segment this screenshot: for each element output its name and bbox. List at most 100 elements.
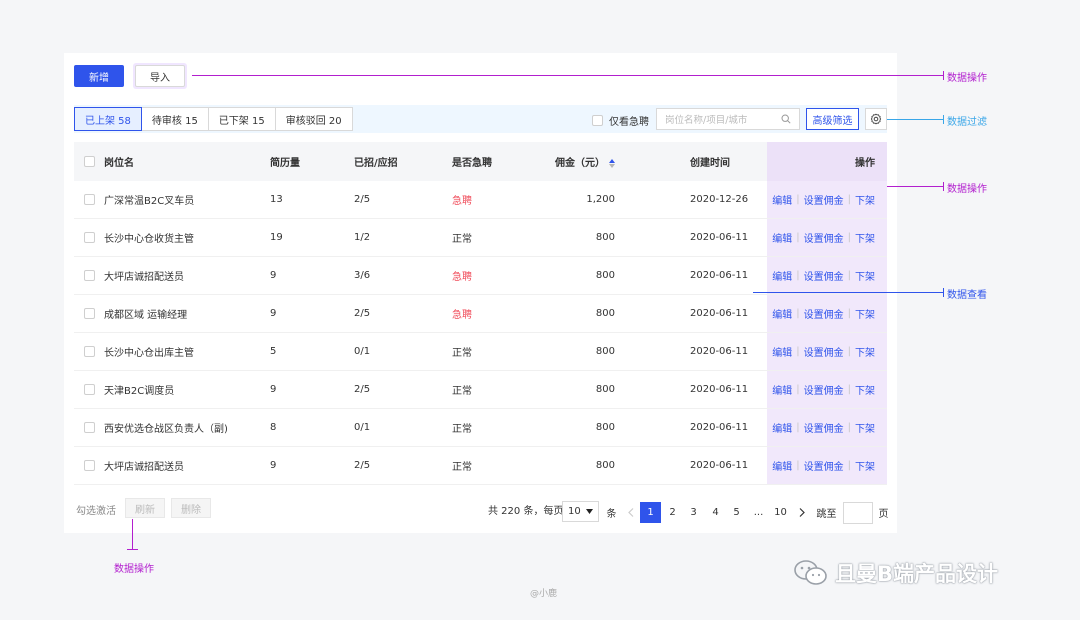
delist-link[interactable]: 下架 — [855, 192, 875, 207]
delist-link[interactable]: 下架 — [855, 458, 875, 473]
cell-actions: 编辑 | 设置佣金 | 下架 — [767, 295, 887, 332]
set-commission-link[interactable]: 设置佣金 — [804, 458, 844, 473]
next-page-icon[interactable] — [791, 502, 812, 523]
cell-commission: 800 — [595, 422, 615, 433]
table-body: 广深常温B2C叉车员 13 2/5 急聘 1,200 2020-12-26 编辑… — [74, 181, 887, 485]
row-checkbox[interactable] — [83, 270, 95, 281]
set-commission-link[interactable]: 设置佣金 — [804, 344, 844, 359]
annotation-line — [887, 119, 944, 120]
page-1[interactable]: 1 — [640, 502, 661, 523]
cell-actions: 编辑 | 设置佣金 | 下架 — [767, 257, 887, 294]
cell-resumes: 9 — [270, 384, 277, 395]
cell-name: 成都区域 运输经理 — [104, 310, 188, 321]
set-commission-link[interactable]: 设置佣金 — [804, 420, 844, 435]
page-size-value: 10 — [568, 506, 581, 517]
import-button[interactable]: 导入 — [135, 65, 185, 87]
page-10[interactable]: 10 — [770, 502, 791, 523]
annotation-line — [753, 292, 944, 293]
gear-icon — [870, 113, 882, 125]
cell-name: 广深常温B2C叉车员 — [104, 196, 195, 207]
delist-link[interactable]: 下架 — [855, 230, 875, 245]
delist-link[interactable]: 下架 — [855, 268, 875, 283]
edit-link[interactable]: 编辑 — [772, 192, 792, 207]
urgent-only-filter[interactable]: 仅看急聘 — [592, 113, 649, 128]
pagination-total: 共 220 条，每页 — [488, 506, 564, 517]
row-checkbox[interactable] — [83, 308, 95, 319]
row-checkbox[interactable] — [83, 384, 95, 395]
job-list-card: 新增 导入 已上架 58 待审核 15 已下架 15 审核驳回 20 仅看急聘 … — [64, 53, 897, 533]
cell-commission: 800 — [595, 460, 615, 471]
table-row: 天津B2C调度员 9 2/5 正常 800 2020-06-11 编辑 | 设置… — [74, 371, 887, 409]
cell-urgent: 正常 — [452, 386, 472, 397]
cell-commission: 800 — [595, 346, 615, 357]
select-all-checkbox[interactable] — [83, 156, 95, 167]
cell-commission: 800 — [595, 232, 615, 243]
annotation-tick — [943, 115, 944, 124]
row-checkbox[interactable] — [83, 232, 95, 243]
search-icon[interactable] — [781, 114, 791, 124]
annotation-tick — [127, 549, 138, 550]
delist-link[interactable]: 下架 — [855, 344, 875, 359]
table-row: 广深常温B2C叉车员 13 2/5 急聘 1,200 2020-12-26 编辑… — [74, 181, 887, 219]
row-checkbox[interactable] — [83, 460, 95, 471]
tab-pending[interactable]: 待审核 15 — [140, 107, 209, 131]
set-commission-link[interactable]: 设置佣金 — [804, 382, 844, 397]
set-commission-link[interactable]: 设置佣金 — [804, 230, 844, 245]
advanced-filter-button[interactable]: 高级筛选 — [806, 108, 859, 130]
jump-page-input[interactable] — [843, 502, 873, 524]
refresh-button[interactable]: 刷新 — [125, 498, 165, 518]
cell-hired: 2/5 — [354, 460, 371, 471]
cell-commission: 800 — [595, 270, 615, 281]
prev-page-icon[interactable] — [620, 502, 641, 523]
cell-hired: 1/2 — [354, 232, 371, 243]
page-4[interactable]: 4 — [705, 502, 726, 523]
tab-rejected[interactable]: 审核驳回 20 — [274, 107, 353, 131]
tab-listed[interactable]: 已上架 58 — [74, 107, 142, 131]
page-3[interactable]: 3 — [683, 502, 704, 523]
set-commission-link[interactable]: 设置佣金 — [804, 192, 844, 207]
header-commission[interactable]: 佣金（元） — [529, 154, 615, 169]
edit-link[interactable]: 编辑 — [772, 230, 792, 245]
set-commission-link[interactable]: 设置佣金 — [804, 268, 844, 283]
edit-link[interactable]: 编辑 — [772, 458, 792, 473]
edit-link[interactable]: 编辑 — [772, 306, 792, 321]
delist-link[interactable]: 下架 — [855, 306, 875, 321]
select-activate-label: 勾选激活 — [76, 506, 116, 517]
row-checkbox[interactable] — [83, 194, 95, 205]
cell-created: 2020-06-11 — [690, 384, 749, 395]
edit-link[interactable]: 编辑 — [772, 344, 792, 359]
table-row: 长沙中心仓出库主管 5 0/1 正常 800 2020-06-11 编辑 | 设… — [74, 333, 887, 371]
sort-icon[interactable] — [609, 158, 615, 168]
settings-button[interactable] — [865, 108, 887, 130]
cell-created: 2020-06-11 — [690, 270, 749, 281]
annotation-tick — [943, 288, 944, 297]
cell-hired: 2/5 — [354, 194, 371, 205]
search-input[interactable]: 岗位名称/项目/城市 — [656, 108, 800, 130]
cell-hired: 0/1 — [354, 422, 371, 433]
add-button[interactable]: 新增 — [74, 65, 124, 87]
page-2[interactable]: 2 — [662, 502, 683, 523]
edit-link[interactable]: 编辑 — [772, 420, 792, 435]
set-commission-link[interactable]: 设置佣金 — [804, 306, 844, 321]
tab-delisted[interactable]: 已下架 15 — [207, 107, 276, 131]
urgent-only-checkbox[interactable] — [592, 115, 603, 126]
cell-name: 长沙中心仓出库主管 — [104, 348, 194, 359]
row-checkbox[interactable] — [83, 346, 95, 357]
row-checkbox[interactable] — [83, 422, 95, 433]
delist-link[interactable]: 下架 — [855, 382, 875, 397]
edit-link[interactable]: 编辑 — [772, 382, 792, 397]
annotation-data-filter: 数据过滤 — [947, 117, 987, 128]
urgent-only-label: 仅看急聘 — [609, 117, 649, 128]
edit-link[interactable]: 编辑 — [772, 268, 792, 283]
page-5[interactable]: 5 — [726, 502, 747, 523]
annotation-data-view: 数据查看 — [947, 290, 987, 301]
delete-button[interactable]: 删除 — [171, 498, 211, 518]
cell-urgent: 正常 — [452, 424, 472, 435]
watermark: 且曼B端产品设计 — [793, 558, 998, 588]
page-size-select[interactable]: 10 — [562, 501, 599, 522]
credit-text: @小鹿 — [530, 589, 558, 599]
header-urgent: 是否急聘 — [452, 158, 492, 169]
watermark-text: 且曼B端产品设计 — [835, 562, 999, 586]
cell-actions: 编辑 | 设置佣金 | 下架 — [767, 371, 887, 408]
delist-link[interactable]: 下架 — [855, 420, 875, 435]
